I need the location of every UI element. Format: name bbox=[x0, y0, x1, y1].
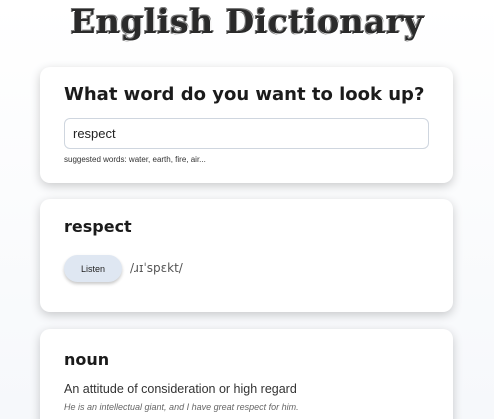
word-card: respect Listen /ɹɪˈspɛkt/ bbox=[40, 199, 453, 312]
example-text: He is an intellectual giant, and I have … bbox=[64, 402, 299, 412]
phonetic-text: /ɹɪˈspɛkt/ bbox=[130, 261, 183, 275]
search-card: What word do you want to look up? sugges… bbox=[40, 67, 453, 183]
word-title: respect bbox=[64, 217, 132, 236]
search-input[interactable] bbox=[64, 118, 429, 149]
page-title: English Dictionary bbox=[70, 2, 424, 41]
definition-text: An attitude of consideration or high reg… bbox=[64, 382, 297, 396]
listen-button[interactable]: Listen bbox=[64, 255, 122, 282]
search-heading: What word do you want to look up? bbox=[64, 84, 425, 105]
suggested-words: suggested words: water, earth, fire, air… bbox=[64, 155, 206, 164]
meaning-card: noun An attitude of consideration or hig… bbox=[40, 329, 453, 419]
part-of-speech: noun bbox=[64, 350, 110, 369]
